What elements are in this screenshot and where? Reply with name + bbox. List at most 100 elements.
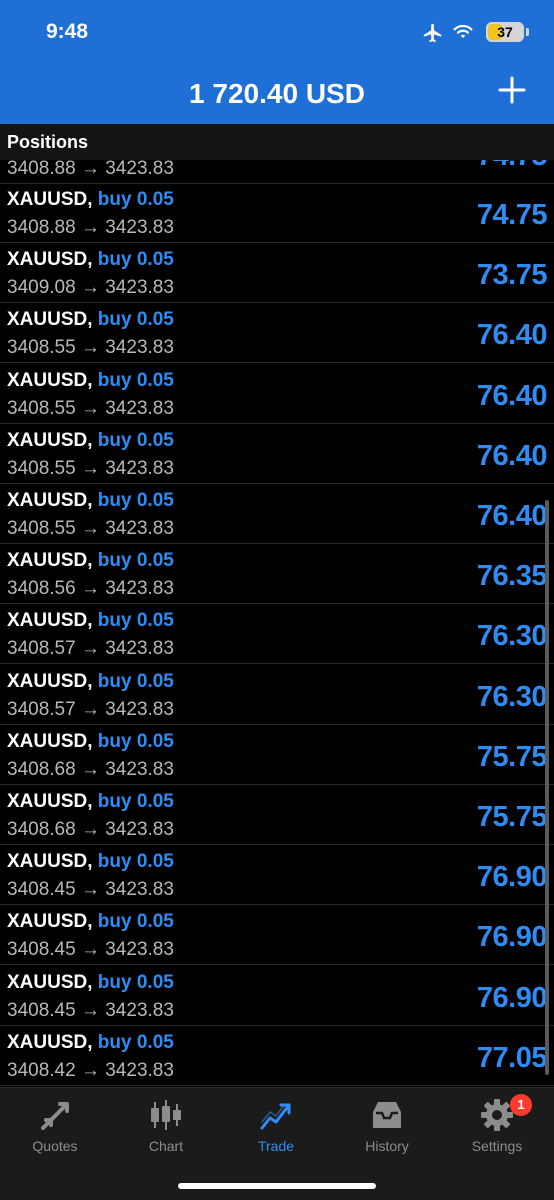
tab-settings[interactable]: 1 Settings [442, 1088, 552, 1168]
position-profit: 76.40 [476, 500, 548, 532]
list-item[interactable]: XAUUSD, buy 0.05 3408.45 → 3423.83 76.90 [0, 845, 554, 906]
position-profit: 76.90 [476, 921, 548, 954]
position-title: XAUUSD, buy 0.05 [7, 249, 174, 271]
scrollbar[interactable] [545, 500, 549, 1075]
position-title: XAUUSD, buy 0.05 [7, 490, 174, 512]
position-symbol: XAUUSD, [7, 249, 93, 271]
position-prices: 3408.68 → 3423.83 [7, 758, 174, 780]
position-title: XAUUSD, buy 0.05 [7, 309, 174, 331]
position-prices: 3408.56 → 3423.83 [7, 578, 174, 600]
tab-quotes[interactable]: Quotes [0, 1088, 110, 1168]
home-indicator [178, 1183, 376, 1189]
position-title: XAUUSD, buy 0.05 [7, 430, 174, 452]
position-symbol: XAUUSD, [7, 911, 93, 933]
position-side: buy 0.05 [97, 550, 174, 572]
position-title: XAUUSD, buy 0.05 [7, 851, 174, 873]
position-prices: 3408.45 → 3423.83 [7, 939, 174, 961]
position-side: buy 0.05 [97, 851, 174, 873]
position-profit: 76.40 [476, 319, 548, 352]
positions-list[interactable]: 3408.88 → 3423.83 74.75 XAUUSD, buy 0.05… [0, 124, 554, 1087]
position-symbol: XAUUSD, [7, 730, 93, 752]
history-inbox-icon [373, 1102, 401, 1128]
tab-label: Settings [471, 1138, 523, 1154]
position-prices: 3408.42 → 3423.83 [7, 1059, 174, 1081]
tab-label: Quotes [32, 1138, 78, 1154]
position-profit: 76.40 [476, 439, 548, 472]
position-side: buy 0.05 [97, 249, 174, 271]
position-side: buy 0.05 [97, 429, 174, 451]
section-label: Positions [7, 132, 89, 152]
list-item[interactable]: XAUUSD, buy 0.05 3408.55 → 3423.83 76.40 [0, 303, 554, 364]
add-button[interactable] [498, 76, 526, 104]
position-profit: 74.75 [476, 199, 548, 231]
position-profit: 76.30 [476, 680, 548, 713]
tab-label: Chart [148, 1138, 184, 1154]
position-prices: 3408.57 → 3423.83 [7, 698, 174, 720]
position-title: XAUUSD, buy 0.05 [7, 1032, 174, 1054]
position-profit: 76.30 [476, 620, 548, 653]
position-profit: 75.75 [476, 801, 548, 833]
position-title: XAUUSD, buy 0.05 [7, 731, 174, 753]
list-item[interactable]: XAUUSD, buy 0.05 3408.56 → 3423.83 76.35 [0, 544, 554, 605]
position-symbol: XAUUSD, [7, 550, 93, 572]
position-title: XAUUSD, buy 0.05 [7, 189, 174, 211]
position-profit: 76.35 [476, 560, 548, 593]
list-item[interactable]: XAUUSD, buy 0.05 3408.55 → 3423.83 76.40 [0, 484, 554, 544]
position-symbol: XAUUSD, [7, 429, 93, 451]
position-profit: 73.75 [476, 259, 548, 292]
list-item[interactable]: XAUUSD, buy 0.05 3408.88 → 3423.83 74.75 [0, 183, 554, 243]
position-prices: 3408.57 → 3423.83 [7, 638, 174, 660]
position-side: buy 0.05 [97, 309, 174, 331]
list-item[interactable]: XAUUSD, buy 0.05 3408.45 → 3423.83 76.90 [0, 966, 554, 1026]
position-prices: 3408.55 → 3423.83 [7, 457, 174, 479]
list-item[interactable]: XAUUSD, buy 0.05 3408.57 → 3423.83 76.30 [0, 604, 554, 665]
top-header: 9:48 37 1 720.40 USD [0, 0, 554, 124]
tab-history[interactable]: History [332, 1088, 442, 1168]
airplane-icon [423, 23, 442, 43]
tab-chart[interactable]: Chart [111, 1088, 221, 1168]
list-item[interactable]: XAUUSD, buy 0.05 3408.68 → 3423.83 75.75 [0, 785, 554, 845]
position-prices: 3408.45 → 3423.83 [7, 999, 174, 1021]
position-symbol: XAUUSD, [7, 851, 93, 873]
position-symbol: XAUUSD, [7, 1031, 93, 1053]
position-symbol: XAUUSD, [7, 369, 93, 391]
position-title: XAUUSD, buy 0.05 [7, 911, 174, 933]
position-profit: 76.90 [476, 981, 548, 1014]
position-title: XAUUSD, buy 0.05 [7, 972, 174, 994]
position-prices: 3408.45 → 3423.83 [7, 879, 174, 901]
position-title: XAUUSD, buy 0.05 [7, 671, 174, 693]
position-side: buy 0.05 [97, 670, 174, 692]
list-item[interactable]: XAUUSD, buy 0.05 3408.68 → 3423.83 75.75 [0, 725, 554, 785]
tab-label: Trade [257, 1138, 295, 1154]
position-side: buy 0.05 [97, 1031, 174, 1053]
list-item[interactable]: XAUUSD, buy 0.05 3408.42 → 3423.83 77.05 [0, 1026, 554, 1086]
position-symbol: XAUUSD, [7, 189, 93, 210]
position-symbol: XAUUSD, [7, 490, 93, 511]
candlestick-chart-icon [151, 1100, 181, 1130]
position-title: XAUUSD, buy 0.05 [7, 370, 174, 392]
quotes-arrows-icon [41, 1102, 69, 1130]
position-prices: 3409.08 → 3423.83 [7, 277, 174, 299]
position-title: XAUUSD, buy 0.05 [7, 550, 174, 572]
position-side: buy 0.05 [97, 610, 174, 632]
positions-section-header: Positions [0, 124, 554, 160]
position-side: buy 0.05 [97, 490, 174, 511]
battery-icon: 37 [486, 22, 532, 44]
list-item[interactable]: XAUUSD, buy 0.05 3408.55 → 3423.83 76.40 [0, 424, 554, 484]
position-title: XAUUSD, buy 0.05 [7, 791, 174, 813]
list-item[interactable]: XAUUSD, buy 0.05 3408.57 → 3423.83 76.30 [0, 665, 554, 725]
position-prices: 3408.55 → 3423.83 [7, 397, 174, 419]
position-prices: 3408.68 → 3423.83 [7, 819, 174, 840]
list-item[interactable]: XAUUSD, buy 0.05 3408.45 → 3423.83 76.90 [0, 905, 554, 966]
list-item[interactable]: XAUUSD, buy 0.05 3409.08 → 3423.83 73.75 [0, 243, 554, 304]
tab-trade[interactable]: Trade [221, 1088, 331, 1168]
position-side: buy 0.05 [97, 730, 174, 752]
balance-title: 1 720.40 USD [189, 78, 365, 109]
position-prices: 3408.55 → 3423.83 [7, 337, 174, 359]
tab-label: History [365, 1138, 409, 1154]
position-side: buy 0.05 [97, 369, 174, 391]
position-profit: 76.90 [476, 861, 548, 894]
list-item[interactable]: XAUUSD, buy 0.05 3408.55 → 3423.83 76.40 [0, 364, 554, 424]
position-side: buy 0.05 [97, 189, 174, 210]
position-symbol: XAUUSD, [7, 670, 93, 692]
